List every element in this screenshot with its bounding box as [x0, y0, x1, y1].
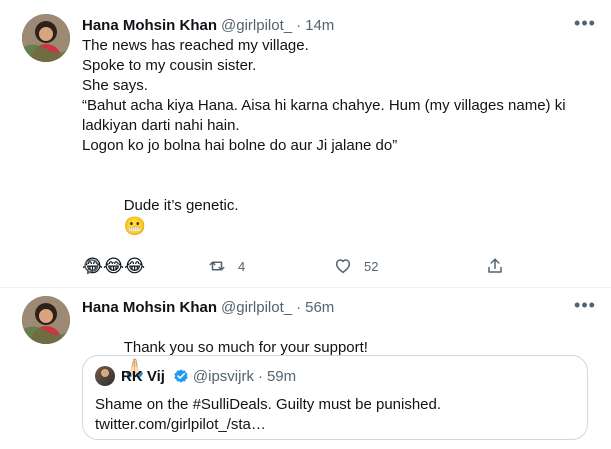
retweet-button[interactable]: 4 — [208, 254, 334, 278]
tweet-feed: Hana Mohsin Khan @girlpilot_ · 14m ••• T… — [0, 0, 611, 449]
separator-dot: · — [257, 367, 263, 385]
avatar[interactable] — [22, 14, 70, 62]
tweet-actions: 7 4 52 — [82, 254, 512, 278]
quoted-tweet-time[interactable]: 59m — [267, 368, 296, 385]
quoted-author-name[interactable]: RK Vij — [121, 368, 165, 385]
closing-text: Dude it’s genetic. — [123, 197, 239, 214]
quoted-avatar[interactable] — [95, 366, 115, 386]
tweet-time[interactable]: 56m — [305, 299, 334, 316]
more-options-icon[interactable]: ••• — [573, 14, 597, 36]
tweet-card[interactable]: Hana Mohsin Khan @girlpilot_ · 14m ••• T… — [0, 0, 611, 288]
verified-badge-icon — [174, 369, 188, 383]
tweet-card[interactable]: Hana Mohsin Khan @girlpilot_ · 56m ••• T… — [0, 288, 611, 449]
retweet-icon — [209, 261, 225, 271]
tweet-line: The news has reached my village. — [82, 37, 309, 54]
reply-icon — [84, 259, 99, 275]
tweet-line: Logon ko jo bolna hai bolne do aur Ji ja… — [82, 137, 398, 154]
reply-button[interactable]: 7 — [82, 254, 208, 278]
tweet-header: Hana Mohsin Khan @girlpilot_ · 14m — [82, 14, 597, 36]
share-icon — [488, 258, 502, 273]
separator-dot: · — [296, 298, 302, 316]
tweet-closing-line: Dude it’s genetic. 😬 — [82, 176, 597, 256]
share-button[interactable] — [486, 257, 504, 275]
tweet-header: Hana Mohsin Khan @girlpilot_ · 56m — [82, 296, 597, 318]
separator-dot: · — [296, 16, 302, 34]
tweet-line: “Bahut acha kiya Hana. Aisa hi karna cha… — [82, 97, 566, 114]
tweet-text: Thank you so much for your support! — [123, 339, 368, 356]
grimacing-face-emoji-icon: 😬 — [123, 216, 147, 237]
more-options-icon[interactable]: ••• — [573, 296, 597, 318]
tweet-line: Spoke to my cousin sister. — [82, 57, 257, 74]
author-handle[interactable]: @girlpilot_ — [221, 299, 292, 316]
avatar[interactable] — [22, 296, 70, 344]
tweet-line: She says. — [82, 77, 148, 94]
author-name[interactable]: Hana Mohsin Khan — [82, 299, 217, 316]
quoted-tweet-line: Shame on the #SulliDeals. Guilty must be… — [95, 396, 442, 413]
author-handle[interactable]: @girlpilot_ — [221, 17, 292, 34]
tweet-time[interactable]: 14m — [305, 17, 334, 34]
retweet-count: 4 — [238, 258, 246, 274]
author-name[interactable]: Hana Mohsin Khan — [82, 17, 217, 34]
quoted-tweet-header: RK Vij @ipsvijrk · 59m — [95, 366, 575, 386]
quoted-tweet-card[interactable]: RK Vij @ipsvijrk · 59m Shame on the #Sul… — [82, 355, 588, 440]
quoted-tweet-link[interactable]: twitter.com/girlpilot_/sta… — [95, 415, 575, 435]
profile-photo-icon — [22, 14, 70, 62]
like-button[interactable]: 52 — [334, 254, 460, 278]
profile-photo-icon — [22, 296, 70, 344]
heart-icon — [335, 259, 351, 274]
reply-count: 7 — [112, 258, 120, 274]
like-count: 52 — [364, 258, 379, 274]
tweet-body: The news has reached my village. Spoke t… — [82, 36, 597, 276]
quoted-tweet-body: Shame on the #SulliDeals. Guilty must be… — [95, 395, 575, 435]
tweet-line: ladkiyan darti nahi hain. — [82, 117, 240, 134]
quoted-author-handle[interactable]: @ipsvijrk — [193, 368, 254, 385]
tweet-content: Hana Mohsin Khan @girlpilot_ · 14m ••• T… — [82, 14, 597, 276]
